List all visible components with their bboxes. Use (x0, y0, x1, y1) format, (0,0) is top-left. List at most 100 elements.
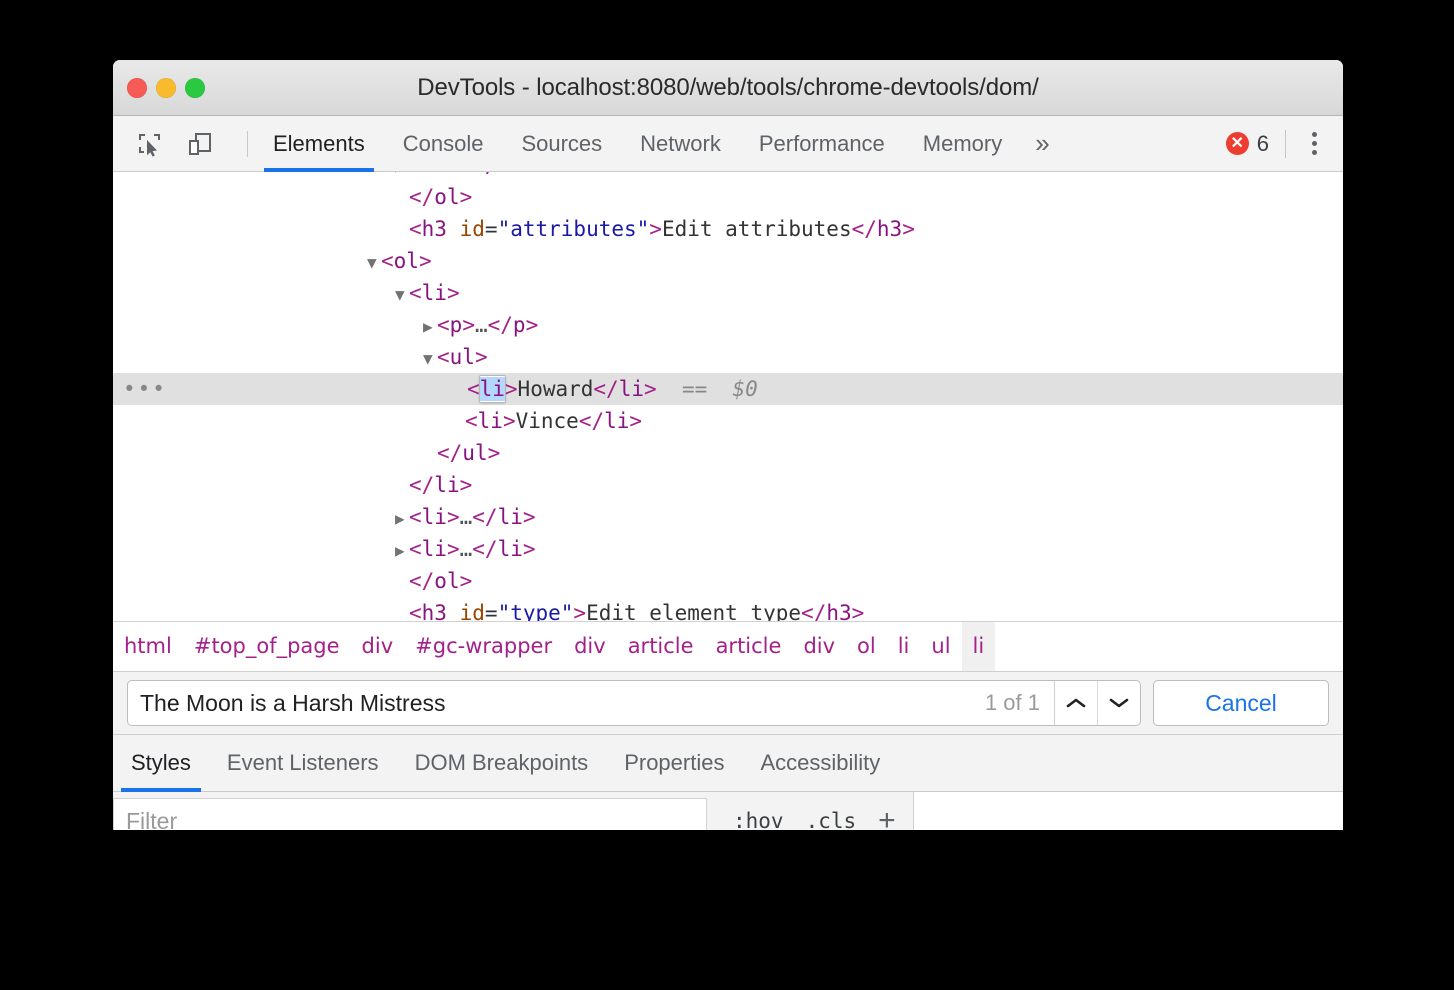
error-badge[interactable]: ✕ 6 (1226, 131, 1269, 157)
dom-token: > (902, 217, 915, 241)
dom-tree-panel[interactable]: ▶<li>…</li> </ol> <h3 id="attributes">Ed… (113, 172, 1343, 621)
dom-token: < (409, 217, 422, 241)
twisty-collapsed-icon[interactable]: ▶ (423, 311, 437, 343)
minimize-window-button[interactable] (156, 78, 176, 98)
twisty-collapsed-icon[interactable]: ▶ (395, 503, 409, 535)
dom-token: ol (434, 185, 459, 209)
breadcrumb-item-li[interactable]: li (887, 622, 921, 671)
dom-token: … (460, 537, 473, 561)
dom-row[interactable]: <h3 id="type">Edit element type</h3> (113, 597, 1343, 621)
search-next-icon[interactable] (1097, 681, 1140, 725)
dom-token: id (460, 601, 485, 621)
dom-token: < (409, 505, 422, 529)
dom-row[interactable]: </ul> (113, 437, 1343, 469)
dom-row[interactable]: ▶<p>…</p> (113, 309, 1343, 341)
dom-row-selected[interactable]: ••• <li>Howard</li> == $0 (113, 373, 1343, 405)
hov-toggle-button[interactable]: :hov (733, 809, 784, 830)
dom-token: li (619, 377, 644, 401)
dom-row[interactable]: </ol> (113, 181, 1343, 213)
breadcrumb-item-gc-wrapper[interactable]: #gc-wrapper (404, 622, 563, 671)
cancel-search-button[interactable]: Cancel (1153, 680, 1329, 726)
breadcrumb-item-ol[interactable]: ol (846, 622, 887, 671)
dom-token: … (460, 505, 473, 529)
tab-elements[interactable]: Elements (254, 116, 384, 171)
dom-token: > (447, 172, 460, 177)
breadcrumb-item-html[interactable]: html (113, 622, 183, 671)
search-input[interactable]: The Moon is a Harsh Mistress (128, 690, 985, 717)
dom-token: li (498, 505, 523, 529)
close-window-button[interactable] (127, 78, 147, 98)
search-field-wrapper: The Moon is a Harsh Mistress 1 of 1 (127, 680, 1141, 726)
dom-row[interactable]: ▶<li>…</li> (113, 533, 1343, 565)
dom-token: </ (437, 441, 462, 465)
dom-token: li (434, 473, 459, 497)
dom-row[interactable]: <li>Vince</li> (113, 405, 1343, 437)
dom-token: "attributes" (498, 217, 650, 241)
search-nav-buttons (1054, 681, 1140, 725)
twisty-expanded-icon[interactable]: ▼ (423, 343, 437, 375)
main-menu-icon[interactable] (1302, 126, 1327, 161)
dom-row[interactable]: ▼<li> (113, 277, 1343, 309)
breadcrumb-item-div[interactable]: div (351, 622, 405, 671)
dom-token: > (629, 409, 642, 433)
toolbar-separator (247, 131, 248, 157)
dom-token: </ (409, 473, 434, 497)
twisty-none (395, 471, 409, 503)
sidebar-tabs: StylesEvent ListenersDOM BreakpointsProp… (113, 735, 1343, 792)
tab-event-listeners[interactable]: Event Listeners (209, 735, 397, 791)
dom-token: > (419, 249, 432, 273)
window-title: DevTools - localhost:8080/web/tools/chro… (113, 74, 1343, 102)
dom-row[interactable]: <h3 id="attributes">Edit attributes</h3> (113, 213, 1343, 245)
breadcrumb-item-topofpage[interactable]: #top_of_page (183, 622, 351, 671)
tab-properties[interactable]: Properties (606, 735, 742, 791)
dom-token: ol (394, 249, 419, 273)
dom-token: … (475, 313, 488, 337)
twisty-none (423, 439, 437, 471)
breadcrumb-item-article[interactable]: article (617, 622, 705, 671)
tab-network[interactable]: Network (621, 116, 740, 171)
dom-row[interactable]: ▶<li>…</li> (113, 172, 1343, 181)
dom-token: > (573, 601, 586, 621)
tab-dom-breakpoints[interactable]: DOM Breakpoints (397, 735, 607, 791)
dom-token: = (485, 601, 498, 621)
tab-styles[interactable]: Styles (113, 735, 209, 791)
tag-name-selection: li (480, 377, 505, 401)
device-toolbar-icon[interactable] (183, 127, 217, 161)
twisty-expanded-icon[interactable]: ▼ (367, 247, 381, 279)
tab-console[interactable]: Console (384, 116, 503, 171)
cls-toggle-button[interactable]: .cls (806, 809, 857, 830)
twisty-expanded-icon[interactable]: ▼ (395, 279, 409, 311)
dom-row[interactable]: ▼<ul> (113, 341, 1343, 373)
dom-row[interactable]: ▼<ol> (113, 245, 1343, 277)
error-icon: ✕ (1226, 132, 1249, 155)
tab-sources[interactable]: Sources (502, 116, 621, 171)
breadcrumb-item-ul[interactable]: ul (920, 622, 961, 671)
search-prev-icon[interactable] (1055, 681, 1097, 725)
breadcrumb-item-div[interactable]: div (792, 622, 846, 671)
breadcrumb-item-div[interactable]: div (563, 622, 617, 671)
collapsed-siblings-icon[interactable]: ••• (113, 377, 167, 401)
dom-token: Vince (516, 409, 579, 433)
dom-row[interactable]: </ol> (113, 565, 1343, 597)
dom-row[interactable]: </li> (113, 469, 1343, 501)
tab-memory[interactable]: Memory (904, 116, 1021, 171)
error-count: 6 (1257, 131, 1269, 157)
dom-token: li (604, 409, 629, 433)
new-style-rule-icon[interactable]: + (878, 806, 896, 830)
tag-name-edit-box[interactable]: li (480, 376, 505, 402)
dom-token: < (409, 537, 422, 561)
tab-accessibility[interactable]: Accessibility (742, 735, 898, 791)
dom-token: < (409, 601, 422, 621)
box-model-pane (914, 792, 1343, 830)
kebab-dot (1312, 141, 1317, 146)
tab-performance[interactable]: Performance (740, 116, 904, 171)
maximize-window-button[interactable] (185, 78, 205, 98)
breadcrumb-item-article[interactable]: article (705, 622, 793, 671)
inspect-element-icon[interactable] (133, 127, 167, 161)
styles-filter-input[interactable]: Filter (113, 798, 707, 830)
dom-token: p (513, 313, 526, 337)
more-tabs-icon[interactable]: » (1021, 116, 1063, 171)
dom-row[interactable]: ▶<li>…</li> (113, 501, 1343, 533)
breadcrumb-item-li[interactable]: li (962, 622, 996, 671)
twisty-collapsed-icon[interactable]: ▶ (395, 535, 409, 567)
